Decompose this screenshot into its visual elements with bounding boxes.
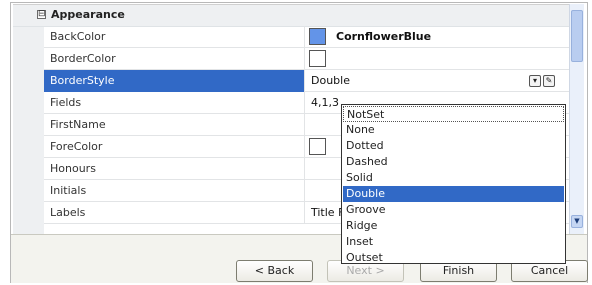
color-swatch <box>309 138 326 155</box>
scrollbar-thumb[interactable] <box>571 10 583 62</box>
dropdown-option[interactable]: Dotted <box>343 138 564 154</box>
column-divider <box>304 26 305 48</box>
property-row-backcolor[interactable]: BackColor CornflowerBlue <box>44 26 569 48</box>
pencil-edit-icon[interactable]: ✎ <box>543 75 555 87</box>
dropdown-option[interactable]: Dashed <box>343 154 564 170</box>
dropdown-option-selected[interactable]: Double <box>343 186 564 202</box>
column-divider <box>304 180 305 202</box>
property-name: BorderColor <box>50 52 116 65</box>
property-name: ForeColor <box>50 140 103 153</box>
color-swatch <box>309 28 326 45</box>
dropdown-option[interactable]: Groove <box>343 202 564 218</box>
property-row-bordercolor[interactable]: BorderColor <box>44 48 569 70</box>
property-name: Labels <box>50 206 86 219</box>
column-divider <box>304 70 305 92</box>
color-swatch <box>309 50 326 67</box>
dropdown-option[interactable]: Inset <box>343 234 564 250</box>
dropdown-option[interactable]: NotSet <box>343 106 564 122</box>
borderstyle-dropdown-list[interactable]: NotSet None Dotted Dashed Solid Double G… <box>341 104 566 264</box>
category-label: Appearance <box>51 8 125 21</box>
collapse-toggle-icon[interactable]: ⊟ <box>37 10 46 19</box>
property-name: Honours <box>50 162 96 175</box>
dropdown-option[interactable]: None <box>343 122 564 138</box>
column-divider <box>304 136 305 158</box>
column-divider <box>304 158 305 180</box>
property-name: BackColor <box>50 30 106 43</box>
vertical-scrollbar[interactable]: ▼ <box>569 4 584 234</box>
column-divider <box>304 114 305 136</box>
column-divider <box>304 92 305 114</box>
grid-gutter <box>13 5 44 235</box>
property-name: Initials <box>50 184 87 197</box>
scroll-down-arrow-icon[interactable]: ▼ <box>571 215 583 228</box>
dropdown-option[interactable]: Ridge <box>343 218 564 234</box>
dropdown-option[interactable]: Outset <box>343 250 564 266</box>
column-divider <box>304 202 305 224</box>
property-value: CornflowerBlue <box>336 30 432 43</box>
property-value[interactable]: Double <box>311 74 350 87</box>
property-value: Title F <box>311 206 345 219</box>
property-name: Fields <box>50 96 82 109</box>
back-button[interactable]: < Back <box>236 260 313 282</box>
dropdown-option[interactable]: Solid <box>343 170 564 186</box>
column-divider <box>304 48 305 70</box>
property-row-borderstyle[interactable]: BorderStyle Double ▾ ✎ <box>44 70 569 92</box>
property-value: 4,1,3 <box>311 96 339 109</box>
combo-dropdown-icon[interactable]: ▾ <box>529 75 541 87</box>
wizard-window: ⊟ Appearance BackColor CornflowerBlue Bo… <box>0 0 592 285</box>
property-name: FirstName <box>50 118 106 131</box>
property-name: BorderStyle <box>50 74 115 87</box>
category-appearance[interactable]: ⊟ Appearance <box>13 5 569 27</box>
